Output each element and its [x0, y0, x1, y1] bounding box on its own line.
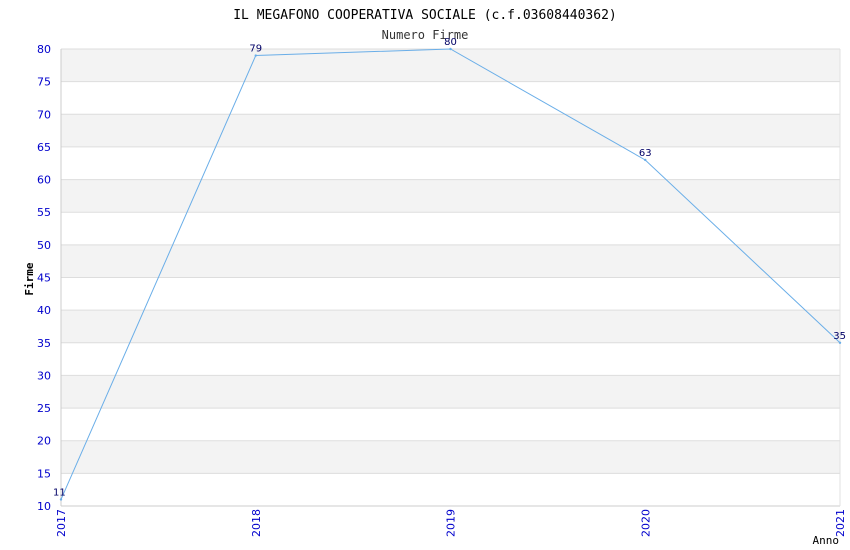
- y-tick-label: 35: [37, 337, 51, 350]
- y-tick-label: 50: [37, 239, 51, 252]
- y-tick-label: 70: [37, 108, 51, 121]
- y-tick-labels: 10 15 20 25 30 35 40 45 50 55 60 65 70 75 80: [37, 43, 51, 513]
- y-tick-label: 10: [37, 500, 51, 513]
- data-label: 79: [249, 44, 262, 55]
- plot-band: [61, 212, 840, 245]
- plot-band: [61, 114, 840, 147]
- data-point: [449, 47, 452, 51]
- plot-band: [61, 310, 840, 343]
- y-tick-label: 25: [37, 402, 51, 415]
- y-tick-label: 20: [37, 435, 51, 448]
- x-tick-label: 2017: [55, 509, 68, 537]
- y-tick-label: 80: [37, 43, 51, 56]
- y-axis-label: Firme: [23, 262, 36, 295]
- plot-band: [61, 244, 840, 278]
- x-tick-label: 2018: [250, 509, 263, 537]
- line-chart: IL MEGAFONO COOPERATIVA SOCIALE (c.f.036…: [23, 8, 847, 547]
- y-tick-label: 55: [37, 206, 51, 219]
- y-tick-label: 45: [37, 272, 51, 285]
- x-tick-label: 2021: [834, 509, 847, 537]
- plot-band: [61, 179, 840, 213]
- y-tick-label: 30: [37, 369, 51, 382]
- data-label: 80: [444, 37, 457, 48]
- x-tick-label: 2020: [639, 509, 652, 537]
- y-tick-label: 15: [37, 467, 51, 480]
- data-label: 35: [833, 331, 846, 342]
- plot-band: [61, 408, 840, 441]
- y-tick-label: 60: [37, 174, 51, 187]
- data-point: [254, 54, 257, 57]
- y-tick-label: 75: [37, 76, 51, 89]
- plot-band: [61, 473, 840, 506]
- plot-band: [61, 342, 840, 376]
- plot-band: [61, 277, 840, 311]
- x-axis-label: Anno: [813, 534, 840, 547]
- chart-title: IL MEGAFONO COOPERATIVA SOCIALE (c.f.036…: [233, 8, 617, 23]
- plot-band: [61, 375, 840, 409]
- data-label: 63: [639, 148, 652, 159]
- y-tick-label: 65: [37, 141, 51, 154]
- y-tick-label: 40: [37, 304, 51, 317]
- data-label: 11: [53, 487, 66, 498]
- plot-band: [61, 81, 840, 115]
- plot-band: [61, 49, 840, 82]
- data-point: [644, 158, 647, 162]
- x-tick-label: 2019: [445, 509, 458, 537]
- plot-band: [61, 146, 840, 180]
- data-point: [59, 498, 63, 501]
- data-point: [838, 341, 842, 344]
- plot-band: [61, 440, 840, 474]
- x-tick-labels: 2017 2018 2019 2020 2021: [55, 509, 847, 537]
